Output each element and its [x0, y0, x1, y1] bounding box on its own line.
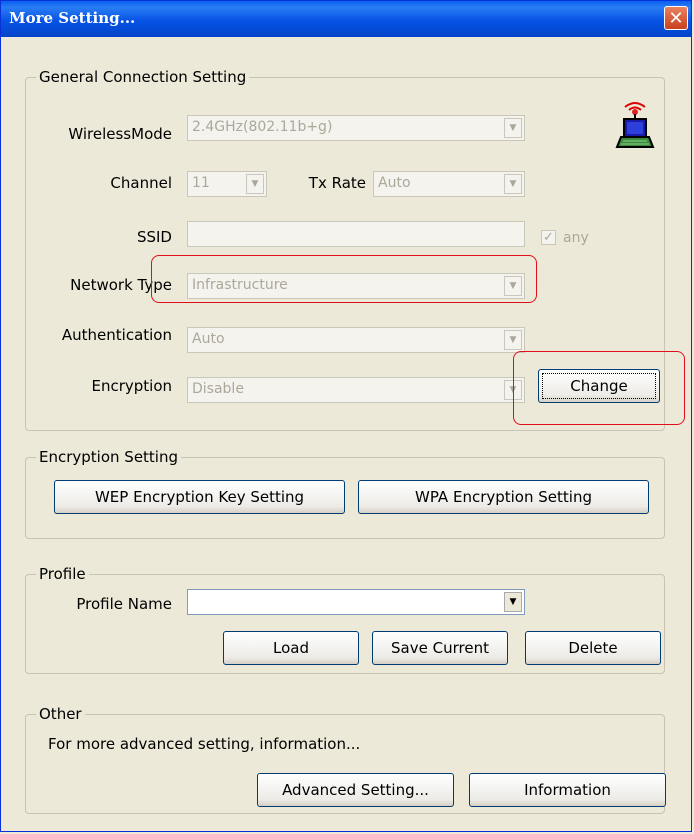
wireless-mode-label: WirelessMode: [68, 125, 172, 143]
more-setting-dialog: More Setting... ✕ General Connection Set…: [0, 0, 692, 832]
authentication-select[interactable]: Auto ▼: [187, 327, 525, 353]
tx-rate-select[interactable]: Auto ▼: [373, 171, 525, 197]
information-button[interactable]: Information: [469, 773, 666, 807]
profile-legend: Profile: [36, 565, 89, 583]
wpa-encryption-button[interactable]: WPA Encryption Setting: [358, 480, 649, 514]
channel-value: 11: [192, 175, 210, 191]
ssid-input[interactable]: [187, 221, 525, 247]
close-button[interactable]: ✕: [664, 6, 688, 30]
profile-name-label: Profile Name: [76, 595, 172, 613]
chevron-down-icon: ▼: [504, 118, 522, 138]
chevron-down-icon: ▼: [504, 592, 522, 612]
authentication-value: Auto: [192, 331, 225, 347]
ssid-label: SSID: [136, 228, 172, 246]
other-legend: Other: [36, 705, 85, 723]
general-connection-legend: General Connection Setting: [36, 68, 250, 86]
any-label: any: [563, 230, 589, 246]
tx-rate-label: Tx Rate: [308, 174, 366, 192]
chevron-down-icon: ▼: [504, 330, 522, 350]
profile-name-select[interactable]: ▼: [187, 589, 525, 615]
wireless-laptop-icon: [615, 101, 655, 151]
advanced-setting-button[interactable]: Advanced Setting...: [257, 773, 454, 807]
change-button-highlight: [513, 351, 685, 425]
wireless-mode-select[interactable]: 2.4GHz(802.11b+g) ▼: [187, 115, 525, 141]
delete-button[interactable]: Delete: [525, 631, 661, 665]
window-title: More Setting...: [9, 9, 136, 27]
other-description: For more advanced setting, information..…: [48, 735, 361, 753]
wireless-mode-value: 2.4GHz(802.11b+g): [192, 119, 333, 135]
save-current-button[interactable]: Save Current: [372, 631, 508, 665]
chevron-down-icon: ▼: [246, 174, 264, 194]
encryption-value: Disable: [192, 381, 244, 397]
network-type-highlight: [151, 255, 537, 303]
encryption-select[interactable]: Disable ▼: [187, 377, 525, 403]
close-icon: ✕: [668, 8, 684, 29]
authentication-label: Authentication: [61, 326, 172, 344]
any-checkbox[interactable]: ✓: [541, 230, 556, 245]
wep-encryption-button[interactable]: WEP Encryption Key Setting: [54, 480, 345, 514]
title-bar[interactable]: More Setting... ✕: [1, 1, 691, 37]
chevron-down-icon: ▼: [504, 174, 522, 194]
channel-select[interactable]: 11 ▼: [187, 171, 267, 197]
load-button[interactable]: Load: [223, 631, 359, 665]
channel-label: Channel: [110, 174, 172, 192]
tx-rate-value: Auto: [378, 175, 411, 191]
encryption-label: Encryption: [91, 377, 172, 395]
encryption-setting-legend: Encryption Setting: [36, 448, 182, 466]
